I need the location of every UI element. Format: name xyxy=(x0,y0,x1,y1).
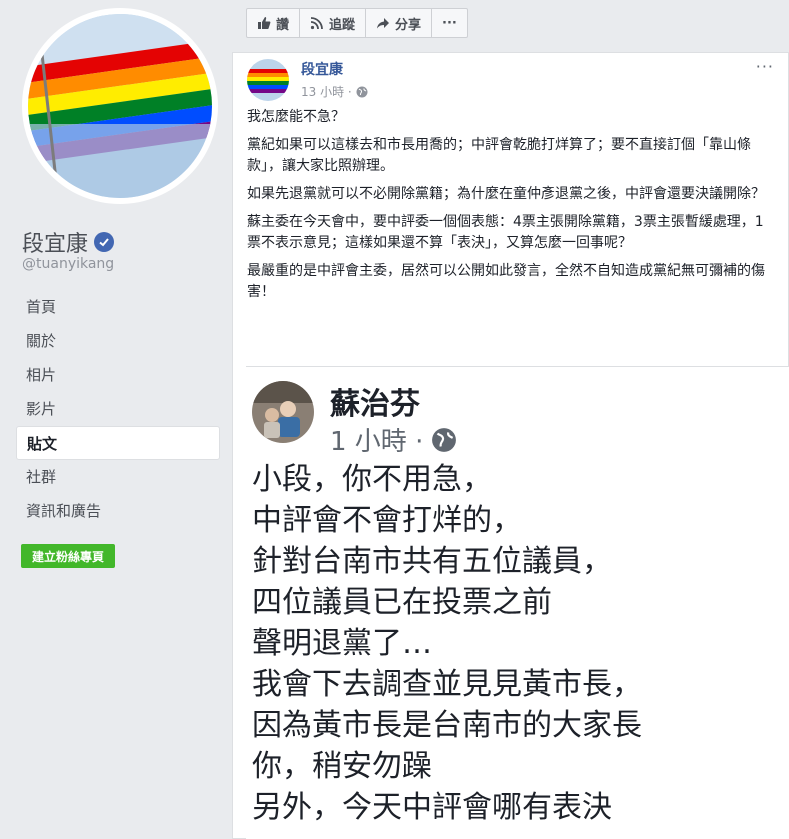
page-nav: 首頁 關於 相片 影片 貼文 社群 資訊和廣告 xyxy=(16,290,220,528)
post-paragraph: 蘇主委在今天會中，要中評委一個個表態：4票主張開除黨籍，3票主張暫緩處理，1票不… xyxy=(247,214,764,251)
verified-badge-icon xyxy=(94,232,115,252)
shared-author-name: 蘇治芬 xyxy=(330,387,420,422)
post-header: 段宜康 13 小時 · xyxy=(247,59,368,101)
nav-item-home[interactable]: 首頁 xyxy=(16,290,220,324)
shared-text-line: 另外，今天中評會哪有表決 xyxy=(252,790,612,825)
page-handle[interactable]: @tuanyikang xyxy=(22,256,114,272)
globe-icon xyxy=(432,427,457,452)
nav-item-about[interactable]: 關於 xyxy=(16,324,220,358)
more-options-button[interactable]: ··· xyxy=(432,9,467,37)
rainbow-flag-thumbnail xyxy=(247,59,289,101)
thumbs-up-icon xyxy=(258,17,271,29)
nav-item-videos[interactable]: 影片 xyxy=(16,392,220,426)
left-column: 段宜康 @tuanyikang 首頁 關於 相片 影片 貼文 社群 資訊和廣告 … xyxy=(0,0,232,839)
globe-icon xyxy=(356,86,368,97)
create-page-button[interactable]: 建立粉絲專頁 xyxy=(21,544,116,568)
shared-timestamp: 1 小時 · xyxy=(330,421,457,458)
shared-text-line: 針對台南市共有五位議員， xyxy=(252,544,612,579)
page-name[interactable]: 段宜康 xyxy=(22,226,115,258)
post-author-name[interactable]: 段宜康 xyxy=(301,59,368,79)
nav-item-photos[interactable]: 相片 xyxy=(16,358,220,392)
nav-item-community[interactable]: 社群 xyxy=(16,460,220,494)
post-text: 我怎麼能不急？ 黨紀如果可以這樣去和市長用喬的；中評會乾脆打烊算了；要不直接訂個… xyxy=(247,107,777,310)
post-paragraph: 黨紀如果可以這樣去和市長用喬的；中評會乾脆打烊算了；要不直接訂個「靠山條款」，讓… xyxy=(247,137,751,174)
nav-item-posts[interactable]: 貼文 xyxy=(16,426,220,460)
rainbow-flag-image xyxy=(28,14,212,198)
shared-text-line: 中評會不會打烊的， xyxy=(252,503,522,538)
nav-item-info-and-ads[interactable]: 資訊和廣告 xyxy=(16,494,220,528)
rss-icon xyxy=(310,17,323,30)
shared-text-line: 因為黃市長是台南市的大家長 xyxy=(252,708,642,743)
person-photo xyxy=(252,381,314,443)
post-options-button[interactable]: ··· xyxy=(756,57,774,76)
shared-screenshot-image[interactable]: 蘇治芬 1 小時 · 小段，你不用急， 中評會不會打烊的， 針對台南市共有五位議… xyxy=(246,366,789,839)
post-paragraph: 我怎麼能不急？ xyxy=(247,109,345,125)
shared-text-line: 我會下去調查並見見黃市長， xyxy=(252,667,642,702)
post-paragraph: 最嚴重的是中評會主委，居然可以公開如此發言，全然不自知造成黨紀無可彌補的傷害！ xyxy=(247,263,765,300)
page-action-bar: 讚 追蹤 分享 ··· xyxy=(246,8,468,38)
shared-text-line: 小段，你不用急， xyxy=(252,462,492,497)
post-paragraph: 如果先退黨就可以不必開除黨籍；為什麼在童仲彥退黨之後，中評會還要決議開除？ xyxy=(247,186,765,202)
post-author-avatar[interactable] xyxy=(247,59,289,101)
share-button[interactable]: 分享 xyxy=(366,9,433,37)
share-arrow-icon xyxy=(377,18,390,29)
like-button[interactable]: 讚 xyxy=(247,9,301,37)
post-timestamp[interactable]: 13 小時 · xyxy=(301,83,368,100)
follow-button[interactable]: 追蹤 xyxy=(300,9,367,37)
shared-text-line: 你，稍安勿躁 xyxy=(252,749,432,784)
shared-author-avatar xyxy=(252,381,314,443)
shared-text: 小段，你不用急， 中評會不會打烊的， 針對台南市共有五位議員， 四位議員已在投票… xyxy=(252,459,642,828)
shared-text-line: 聲明退黨了… xyxy=(252,626,432,661)
profile-picture[interactable] xyxy=(28,14,212,198)
shared-text-line: 四位議員已在投票之前 xyxy=(252,585,552,620)
